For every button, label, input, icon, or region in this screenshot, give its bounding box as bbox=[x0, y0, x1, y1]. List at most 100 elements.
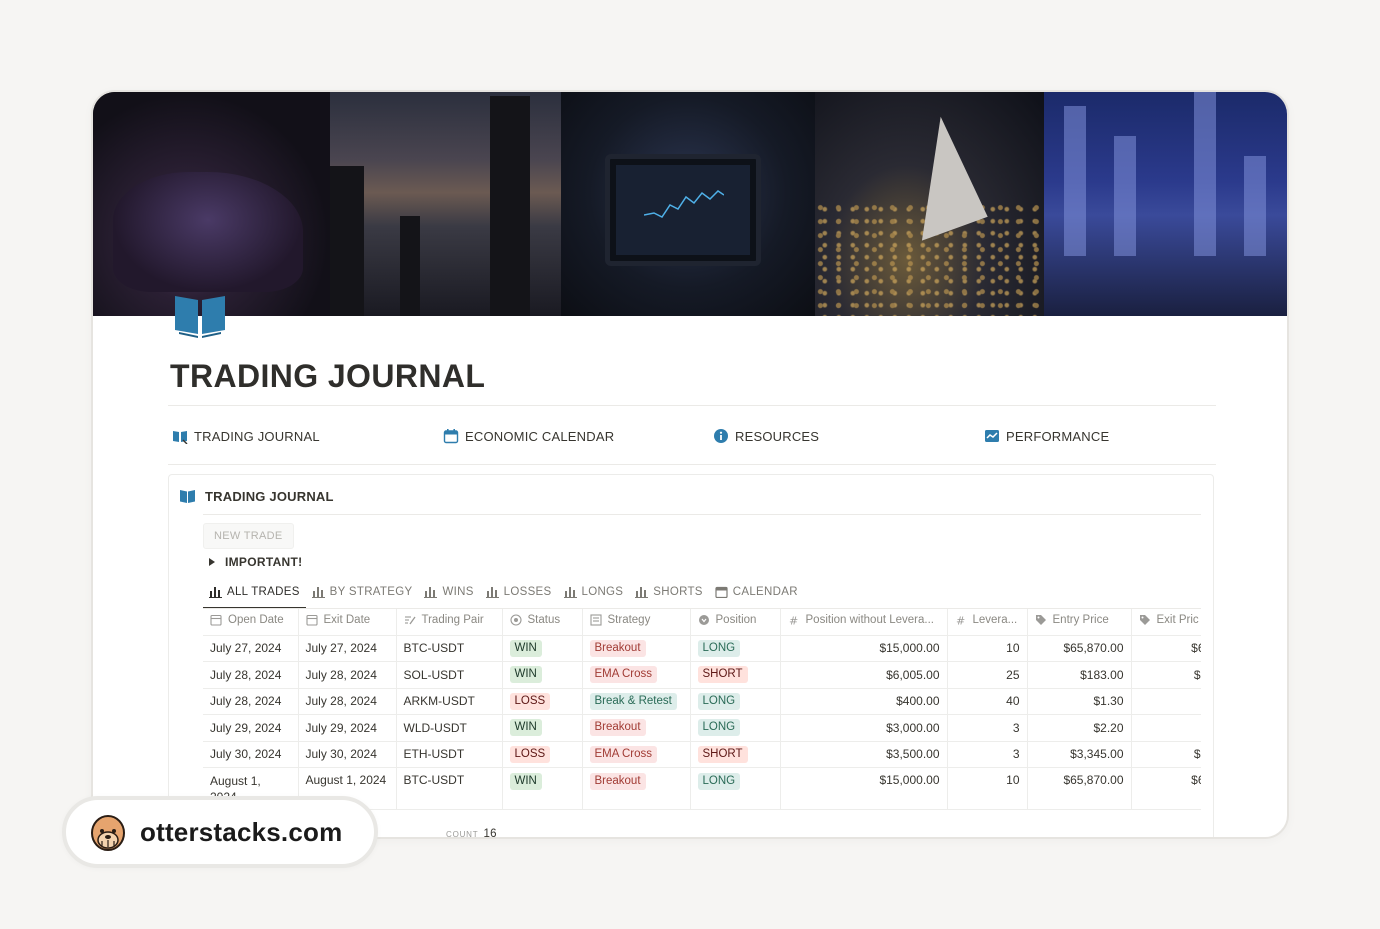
cell-entry-price: $3,345.00 bbox=[1027, 741, 1132, 768]
nav-link-resources[interactable]: RESOURCES bbox=[713, 428, 819, 444]
status-badge: LOSS bbox=[509, 745, 551, 763]
watermark-badge: otterstacks.com bbox=[62, 796, 378, 868]
column-header-exit-date[interactable]: Exit Date bbox=[298, 609, 397, 636]
column-header-exit-price[interactable]: Exit Pric bbox=[1131, 609, 1201, 636]
calendar-icon bbox=[443, 429, 459, 444]
column-header-entry-price[interactable]: Entry Price bbox=[1027, 609, 1132, 636]
strategy-tag: EMA Cross bbox=[589, 666, 658, 684]
tab-label: WINS bbox=[442, 586, 474, 598]
strategy-tag: Break & Retest bbox=[589, 692, 677, 710]
cell-exit-date: July 27, 2024 bbox=[298, 635, 397, 662]
table-row[interactable]: July 30, 2024 July 30, 2024 ETH-USDT LOS… bbox=[203, 741, 1201, 768]
cell-entry-price: $2.20 bbox=[1027, 714, 1132, 742]
tab-label: SHORTS bbox=[653, 586, 703, 598]
toggle-triangle-icon bbox=[209, 558, 215, 566]
cell-entry-price: $183.00 bbox=[1027, 661, 1132, 689]
notion-page-window: TRADING JOURNAL TRADING JOURNAL ECONOMIC… bbox=[91, 90, 1289, 839]
open-book-icon[interactable] bbox=[173, 294, 227, 338]
cell-status: WIN bbox=[502, 635, 583, 662]
cell-status: LOSS bbox=[502, 688, 583, 715]
cell-exit-date: July 29, 2024 bbox=[298, 714, 397, 742]
cell-trading-pair: BTC-USDT bbox=[396, 635, 503, 662]
new-trade-button[interactable]: NEW TRADE bbox=[203, 523, 294, 549]
nav-link-trading-journal[interactable]: TRADING JOURNAL bbox=[172, 428, 320, 444]
column-header-status[interactable]: Status bbox=[502, 609, 583, 636]
cell-trading-pair: ARKM-USDT bbox=[396, 688, 503, 715]
table-row[interactable]: July 29, 2024 July 29, 2024 WLD-USDT WIN… bbox=[203, 714, 1201, 742]
tab-losses[interactable]: LOSSES bbox=[480, 576, 558, 608]
column-header-open-date[interactable]: Open Date bbox=[203, 609, 299, 636]
tab-wins[interactable]: WINS bbox=[418, 576, 479, 608]
status-badge: WIN bbox=[509, 666, 542, 684]
status-badge: WIN bbox=[509, 639, 542, 657]
open-book-icon bbox=[173, 431, 188, 444]
database-panel: TRADING JOURNAL NEW TRADE IMPORTANT! ALL… bbox=[168, 474, 1214, 837]
bar-chart-icon bbox=[424, 587, 438, 598]
tab-shorts[interactable]: SHORTS bbox=[629, 576, 709, 608]
table-row[interactable]: July 28, 2024 July 28, 2024 ARKM-USDT LO… bbox=[203, 688, 1201, 715]
cell-exit-price: $66, bbox=[1131, 635, 1201, 662]
tag-icon bbox=[1139, 615, 1150, 626]
nav-link-performance[interactable]: PERFORMANCE bbox=[984, 428, 1109, 444]
site-url: otterstacks.com bbox=[140, 816, 343, 847]
bar-chart-icon bbox=[485, 587, 499, 598]
status-badge: WIN bbox=[509, 719, 542, 737]
cell-leverage: 25 bbox=[947, 661, 1028, 689]
tab-calendar[interactable]: CALENDAR bbox=[709, 576, 804, 608]
cell-exit-date: July 28, 2024 bbox=[298, 661, 397, 689]
cell-status: LOSS bbox=[502, 741, 583, 768]
column-label: Exit Pric bbox=[1156, 614, 1199, 627]
column-header-strategy[interactable]: Strategy bbox=[582, 609, 691, 636]
database-title[interactable]: TRADING JOURNAL bbox=[205, 489, 334, 504]
divider bbox=[168, 405, 1216, 406]
cover-image[interactable] bbox=[93, 92, 1287, 316]
column-header-trading-pair[interactable]: Trading Pair bbox=[396, 609, 503, 636]
tab-longs[interactable]: LONGS bbox=[558, 576, 630, 608]
nav-link-label: TRADING JOURNAL bbox=[194, 428, 320, 444]
cell-open-date: July 30, 2024 bbox=[203, 741, 299, 768]
position-badge: SHORT bbox=[697, 666, 748, 684]
page-title: TRADING JOURNAL bbox=[170, 358, 486, 394]
info-icon bbox=[714, 429, 728, 443]
cell-position-size: $3,500.00 bbox=[780, 741, 948, 768]
cover-photo-plane bbox=[814, 92, 1044, 316]
cell-strategy: Breakout bbox=[582, 635, 691, 662]
tab-label: LOSSES bbox=[503, 586, 552, 598]
cell-position: LONG bbox=[690, 714, 781, 742]
trades-table: Open Date Exit Date Trading Pair Status … bbox=[203, 609, 1201, 813]
cell-leverage: 40 bbox=[947, 688, 1028, 715]
cover-photo-skyline bbox=[330, 92, 562, 316]
column-label: Position bbox=[715, 614, 757, 627]
column-header-leverage[interactable]: # Levera... bbox=[947, 609, 1028, 636]
cell-strategy: Breakout bbox=[582, 714, 691, 742]
divider bbox=[203, 514, 1201, 515]
cell-open-date: July 29, 2024 bbox=[203, 714, 299, 742]
cover-photo-car bbox=[93, 92, 331, 316]
column-header-position[interactable]: Position bbox=[690, 609, 781, 636]
tab-label: CALENDAR bbox=[732, 586, 798, 598]
cell-position-size: $6,005.00 bbox=[780, 661, 948, 689]
position-badge: SHORT bbox=[697, 745, 748, 763]
cell-leverage: 10 bbox=[947, 635, 1028, 662]
table-row[interactable]: July 28, 2024 July 28, 2024 SOL-USDT WIN… bbox=[203, 661, 1201, 689]
cell-position: SHORT bbox=[690, 741, 781, 768]
view-tabs: ALL TRADES BY STRATEGY WINS LOSSES LONGS… bbox=[203, 576, 804, 609]
bar-chart-icon bbox=[635, 587, 649, 598]
cell-open-date: July 27, 2024 bbox=[203, 635, 299, 662]
column-header-position-without-leverage[interactable]: # Position without Levera... bbox=[780, 609, 948, 636]
tab-all-trades[interactable]: ALL TRADES bbox=[203, 576, 306, 609]
cell-exit-price bbox=[1131, 688, 1201, 715]
nav-link-economic-calendar[interactable]: ECONOMIC CALENDAR bbox=[443, 428, 614, 444]
tab-by-strategy[interactable]: BY STRATEGY bbox=[306, 576, 419, 608]
bar-chart-icon bbox=[209, 587, 222, 598]
strategy-tag: Breakout bbox=[589, 773, 646, 790]
chart-icon bbox=[985, 430, 999, 442]
important-toggle[interactable]: IMPORTANT! bbox=[209, 555, 302, 569]
table-row[interactable]: July 27, 2024 July 27, 2024 BTC-USDT WIN… bbox=[203, 635, 1201, 662]
database-header: TRADING JOURNAL bbox=[179, 489, 334, 504]
cell-position-size: $3,000.00 bbox=[780, 714, 948, 742]
cell-position: LONG bbox=[690, 635, 781, 662]
status-badge: LOSS bbox=[509, 692, 551, 710]
nav-link-label: PERFORMANCE bbox=[1006, 428, 1110, 444]
otter-icon bbox=[91, 815, 125, 851]
